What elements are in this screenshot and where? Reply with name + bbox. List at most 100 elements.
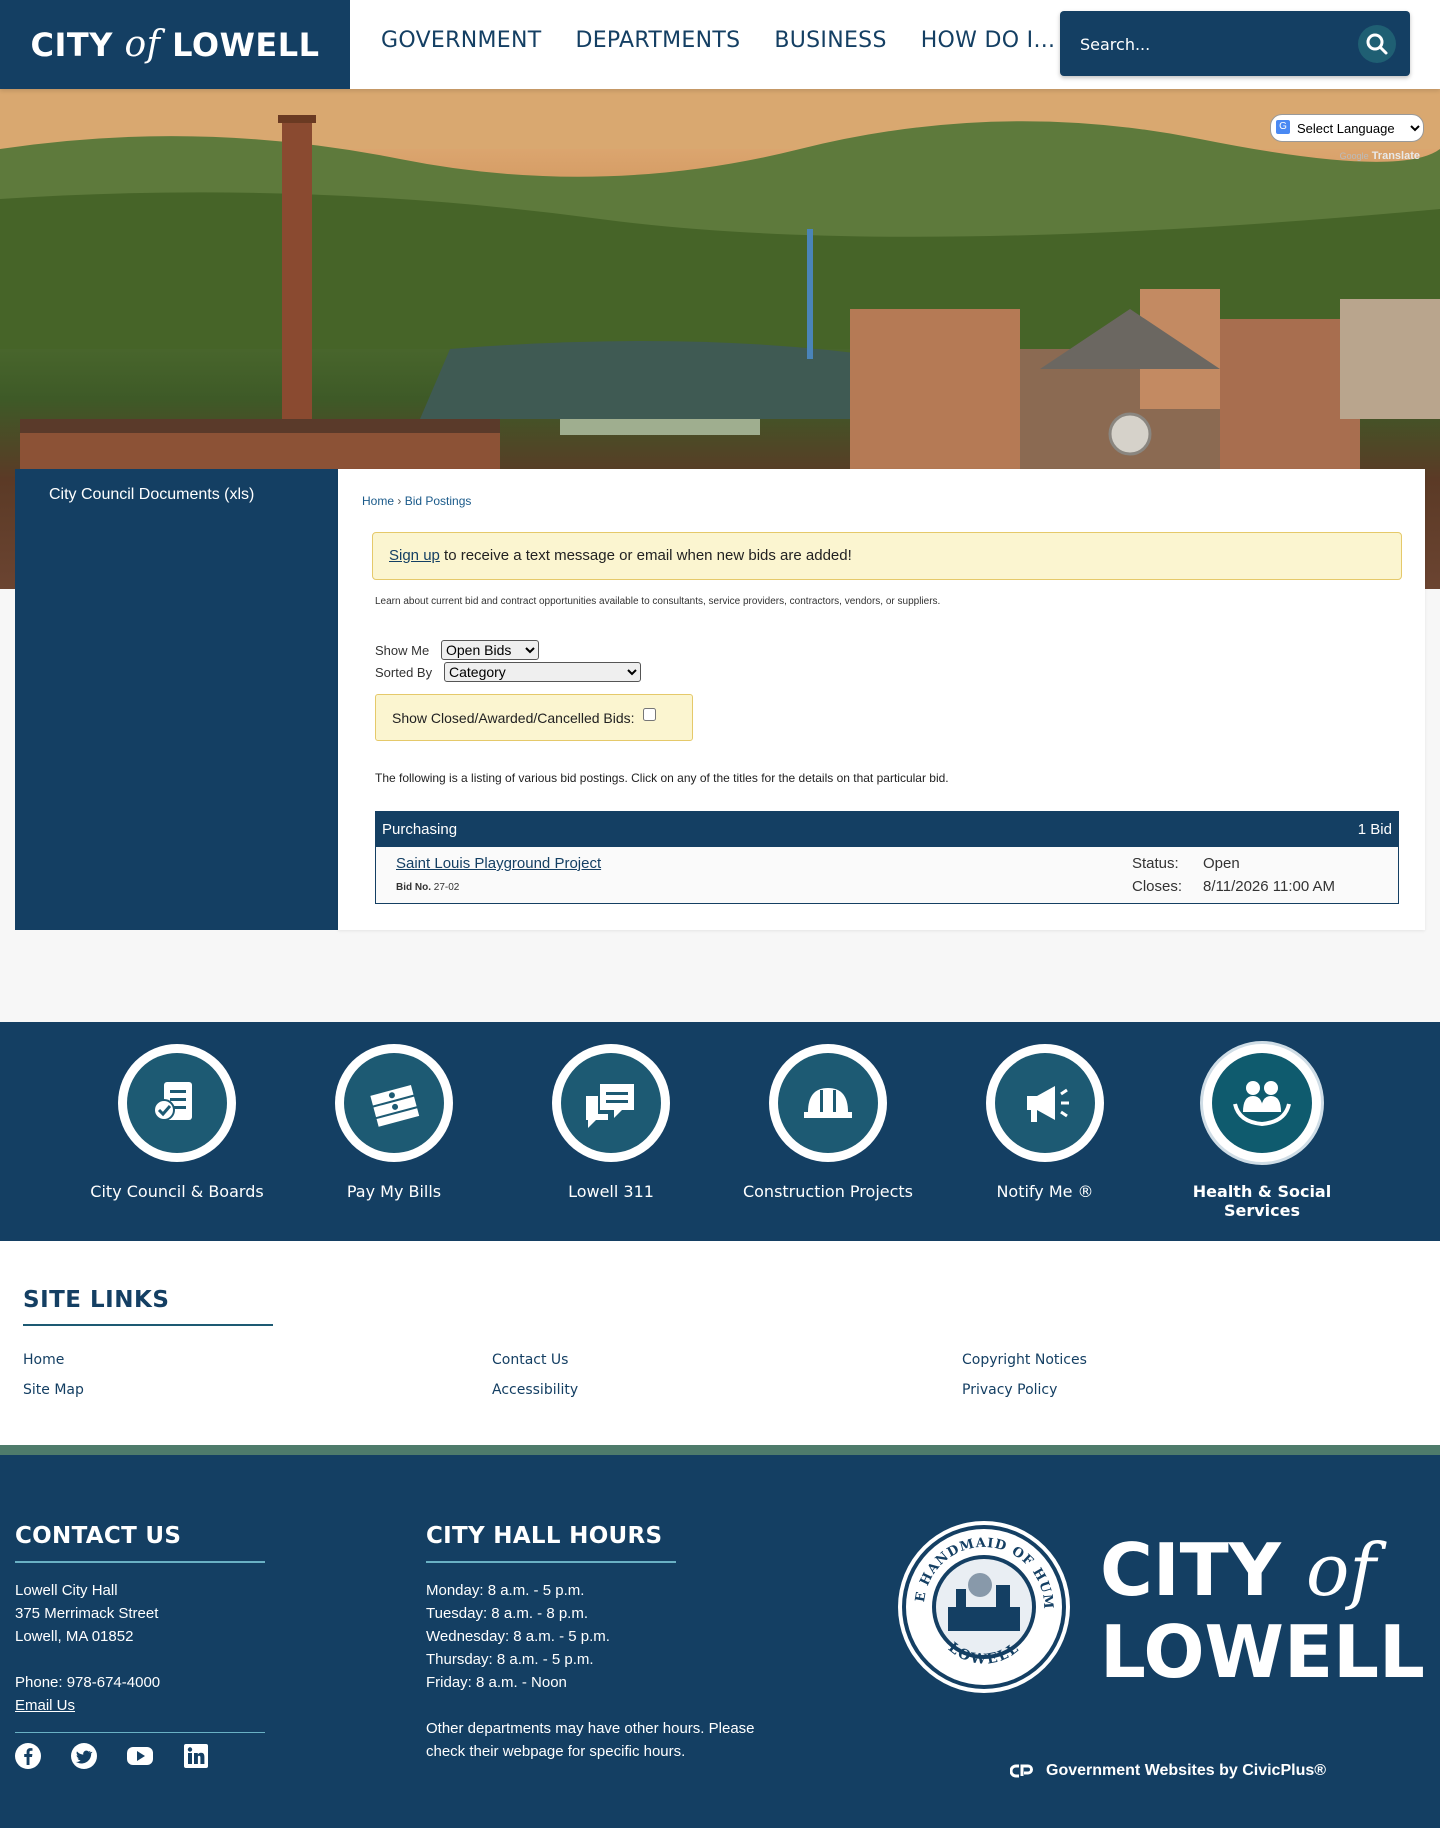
hours-line: Friday: 8 a.m. - Noon [426, 1674, 567, 1691]
site-logo[interactable]: CITY of LOWELL [0, 0, 350, 89]
hours-note-line: check their webpage for specific hours. [426, 1743, 686, 1760]
show-me-select[interactable]: Open Bids [441, 640, 539, 660]
footer-accent-bar [0, 1445, 1440, 1455]
contact-line: 375 Merrimack Street [15, 1605, 159, 1622]
youtube-icon [127, 1747, 153, 1765]
quicklink-circle [118, 1044, 236, 1162]
youtube-link[interactable] [126, 1742, 154, 1770]
bid-number: Bid No. 27-02 [396, 882, 459, 893]
show-closed-bids-box: Show Closed/Awarded/Cancelled Bids: [375, 694, 693, 741]
nav-business[interactable]: BUSINESS [774, 28, 886, 53]
email-us-link[interactable]: Email Us [15, 1697, 75, 1714]
linkedin-icon [184, 1744, 208, 1768]
quicklink-circle [552, 1044, 670, 1162]
signup-notice: Sign up to receive a text message or ema… [372, 532, 1402, 580]
hours-list: Monday: 8 a.m. - 5 p.m. Tuesday: 8 a.m. … [426, 1579, 610, 1694]
bid-status-label: Status: [1132, 855, 1179, 872]
quicklink-circle [769, 1044, 887, 1162]
facebook-link[interactable] [14, 1742, 42, 1770]
city-seal-icon: ART IS THE HANDMAID OF HUMAN GOOD LOWELL [896, 1519, 1070, 1693]
hours-note-line: Other departments may have other hours. … [426, 1720, 755, 1737]
twitter-link[interactable] [70, 1742, 98, 1770]
bid-title-link[interactable]: Saint Louis Playground Project [396, 855, 601, 872]
breadcrumb: Home › Bid Postings [362, 494, 471, 508]
nav-government[interactable]: GOVERNMENT [381, 28, 541, 53]
contact-email-wrap: Email Us [15, 1694, 75, 1717]
contact-address: Lowell City Hall 375 Merrimack Street Lo… [15, 1579, 158, 1648]
document-check-icon [153, 1082, 192, 1121]
search-button[interactable] [1358, 25, 1396, 63]
contact-line: Lowell, MA 01852 [15, 1628, 134, 1645]
quicklink-label: Notify Me ® [996, 1182, 1094, 1201]
hard-hat-icon [804, 1088, 852, 1118]
quicklink-inner [995, 1053, 1095, 1153]
main-content: Home › Bid Postings Sign up to receive a… [338, 469, 1425, 930]
language-selector: G Select Language [1270, 114, 1424, 142]
logo-suffix: LOWELL [172, 26, 320, 64]
search-icon [1366, 33, 1388, 55]
quicklink-health-social[interactable]: Health & Social Services [1162, 1044, 1362, 1220]
nav-departments[interactable]: DEPARTMENTS [575, 28, 740, 53]
breadcrumb-home[interactable]: Home [362, 494, 394, 508]
quicklink-inner [127, 1053, 227, 1153]
quicklink-label: Pay My Bills [346, 1182, 442, 1201]
signup-link[interactable]: Sign up [389, 547, 440, 564]
breadcrumb-current[interactable]: Bid Postings [405, 494, 472, 508]
footer-logo[interactable]: CITY of LOWELL [1100, 1529, 1425, 1693]
quicklink-lowell-311[interactable]: Lowell 311 [511, 1044, 711, 1201]
site-link-site-map[interactable]: Site Map [23, 1382, 84, 1398]
contact-divider [15, 1561, 265, 1563]
logo-prefix: CITY [30, 26, 113, 64]
hours-note: Other departments may have other hours. … [426, 1717, 755, 1763]
civicplus-credit[interactable]: Government Websites by CivicPlus® [1010, 1762, 1326, 1780]
site-link-home[interactable]: Home [23, 1352, 64, 1368]
quicklink-construction[interactable]: Construction Projects [728, 1044, 928, 1201]
bid-category-header: Purchasing 1 Bid [376, 812, 1398, 847]
show-closed-label: Show Closed/Awarded/Cancelled Bids: [392, 709, 635, 726]
site-link-contact-us[interactable]: Contact Us [492, 1352, 568, 1368]
site-link-privacy[interactable]: Privacy Policy [962, 1382, 1057, 1398]
quicklink-notify-me[interactable]: Notify Me ® [945, 1044, 1145, 1201]
bid-filters: Show Me Open Bids Sorted By Category [375, 639, 641, 683]
facebook-icon [15, 1743, 41, 1769]
megaphone-icon [1027, 1086, 1069, 1122]
logo-text: CITY of LOWELL [30, 24, 319, 65]
quicklink-inner [344, 1053, 444, 1153]
bid-count: 1 Bid [1357, 821, 1392, 838]
bid-no-label: Bid No. [396, 882, 431, 893]
quicklink-circle [335, 1044, 453, 1162]
quick-links-band: City Council & Boards Pay My Bills Lowel… [0, 1022, 1440, 1241]
powered-by-google: Google Translate [1340, 150, 1420, 162]
contact-title: CONTACT US [15, 1523, 182, 1549]
quicklink-circle [986, 1044, 1104, 1162]
site-footer: CONTACT US Lowell City Hall 375 Merrimac… [0, 1455, 1440, 1828]
quicklink-city-council[interactable]: City Council & Boards [77, 1044, 277, 1201]
bid-table: Purchasing 1 Bid Saint Louis Playground … [375, 811, 1399, 904]
site-link-accessibility[interactable]: Accessibility [492, 1382, 578, 1398]
sorted-by-select[interactable]: Category [444, 662, 641, 682]
quicklink-label: Health & Social Services [1192, 1182, 1332, 1220]
sidebar-item-council-documents[interactable]: City Council Documents (xls) [49, 486, 254, 504]
bid-category: Purchasing [382, 821, 458, 838]
site-link-copyright[interactable]: Copyright Notices [962, 1352, 1087, 1368]
logo-of: of [124, 24, 161, 65]
translate-label: Translate [1371, 150, 1420, 162]
quicklink-inner [561, 1053, 661, 1153]
sidebar: City Council Documents (xls) [15, 469, 338, 930]
bid-row: Saint Louis Playground Project Bid No. 2… [376, 847, 1398, 903]
nav-how-do-i[interactable]: HOW DO I... [921, 28, 1056, 53]
language-select[interactable]: Select Language [1270, 114, 1424, 142]
listing-note: The following is a listing of various bi… [375, 771, 949, 785]
show-closed-checkbox[interactable] [642, 708, 656, 721]
hours-title: CITY HALL HOURS [426, 1523, 663, 1549]
search-input[interactable] [1080, 31, 1340, 57]
site-links-title: SITE LINKS [23, 1287, 170, 1313]
linkedin-link[interactable] [182, 1742, 210, 1770]
footer-logo-city: CITY [1100, 1528, 1281, 1612]
bid-closes-value: 8/11/2026 11:00 AM [1203, 878, 1336, 895]
search-box [1060, 11, 1410, 76]
bid-status-value: Open [1203, 855, 1240, 872]
sorted-by-label: Sorted By [375, 664, 433, 680]
quicklink-inner [1212, 1053, 1312, 1153]
quicklink-pay-bills[interactable]: Pay My Bills [294, 1044, 494, 1201]
